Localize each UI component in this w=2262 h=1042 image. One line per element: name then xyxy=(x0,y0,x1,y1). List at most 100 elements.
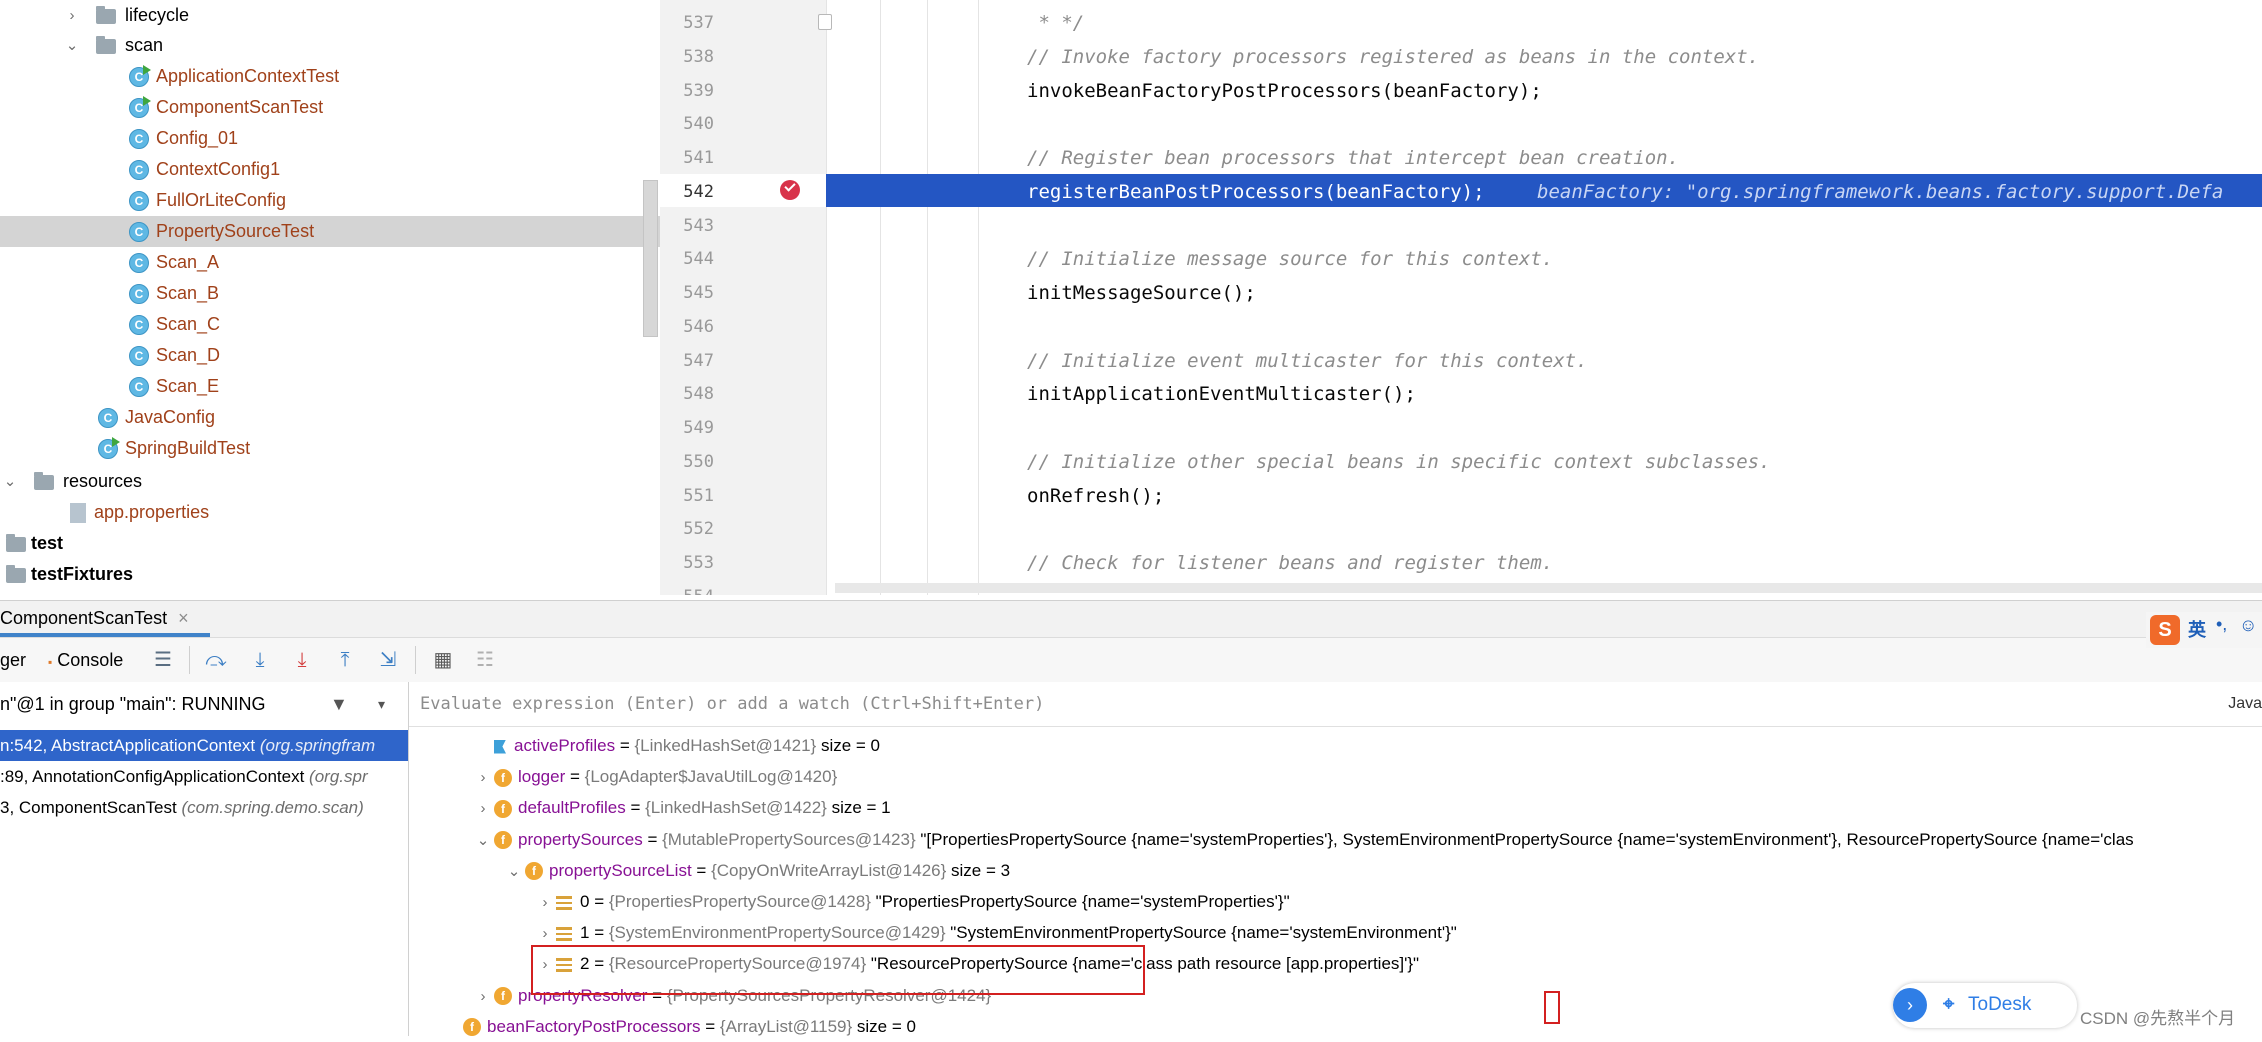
tree-item[interactable]: C Scan_B xyxy=(0,278,660,309)
code-line[interactable]: invokeBeanFactoryPostProcessors(beanFact… xyxy=(1027,75,1542,108)
chevron-down-icon[interactable]: ▾ xyxy=(378,688,385,720)
tree-item[interactable]: C FullOrLiteConfig xyxy=(0,185,660,216)
tree-item[interactable]: ⌄ scan xyxy=(0,30,660,61)
line-number: 538 xyxy=(683,46,714,67)
console-icon: ▪ xyxy=(48,655,53,669)
indent-guide xyxy=(927,0,928,595)
toolbar-divider xyxy=(189,646,190,674)
layout-menu-icon[interactable]: ☰ xyxy=(150,648,176,672)
step-out-icon[interactable]: ⤒ xyxy=(332,648,358,672)
field-icon: f xyxy=(494,831,512,850)
tree-item[interactable]: C ComponentScanTest xyxy=(0,92,660,123)
folder-icon xyxy=(6,534,26,552)
debug-session-tab[interactable]: ComponentScanTest × xyxy=(0,600,210,636)
fold-marker-icon[interactable] xyxy=(818,14,832,30)
tree-item[interactable]: C JavaConfig xyxy=(0,402,660,433)
tree-item-label: ApplicationContextTest xyxy=(156,66,340,86)
tree-item-label: SpringBuildTest xyxy=(125,438,251,458)
editor-horizontal-scrollbar[interactable] xyxy=(835,583,2262,593)
variable-row[interactable]: ⌄ f propertySources = {MutablePropertySour… xyxy=(472,824,2134,855)
code-line[interactable]: onRefresh(); xyxy=(1027,480,1164,513)
code-comment[interactable]: // Initialize other special beans in spe… xyxy=(1027,446,1771,479)
todesk-logo-icon: ⌖ xyxy=(1943,993,1955,1015)
code-line[interactable]: initApplicationEventMulticaster(); xyxy=(1027,378,1416,411)
tree-item[interactable]: C Scan_A xyxy=(0,247,660,278)
tree-item[interactable]: C ApplicationContextTest xyxy=(0,61,660,92)
stack-frame[interactable]: 3, ComponentScanTest (com.spring.demo.sc… xyxy=(0,792,408,823)
code-line[interactable]: registerBeanPostProcessors(beanFactory); xyxy=(1027,176,1485,209)
tree-item[interactable]: C ContextConfig1 xyxy=(0,154,660,185)
flag-icon xyxy=(494,739,506,754)
field-icon: f xyxy=(494,987,512,1006)
chevron-down-icon[interactable]: ⌄ xyxy=(503,856,525,887)
code-comment[interactable]: // Register bean processors that interce… xyxy=(1027,142,1679,175)
code-comment[interactable]: * */ xyxy=(1027,7,1084,40)
chevron-down-icon[interactable]: ⌄ xyxy=(64,30,80,61)
code-line[interactable]: initMessageSource(); xyxy=(1027,277,1256,310)
variable-row[interactable]: › 1 = {SystemEnvironmentPropertySource@14… xyxy=(534,917,1457,948)
folder-icon xyxy=(6,565,26,583)
todesk-expand-icon[interactable]: › xyxy=(1893,988,1927,1022)
tree-item[interactable]: C SpringBuildTest xyxy=(0,433,660,464)
trace-stream-icon[interactable]: ☷ xyxy=(472,648,498,672)
tree-item[interactable]: C Config_01 xyxy=(0,123,660,154)
tree-item[interactable]: C Scan_C xyxy=(0,309,660,340)
chevron-right-icon[interactable]: › xyxy=(472,793,494,824)
variable-row[interactable]: activeProfiles = {LinkedHashSet@1421} si… xyxy=(472,730,880,761)
close-icon[interactable]: × xyxy=(178,608,189,628)
stack-frame[interactable]: :89, AnnotationConfigApplicationContext … xyxy=(0,761,408,792)
tree-item-label: test xyxy=(31,533,64,553)
console-tab[interactable]: ▪ Console xyxy=(48,648,123,674)
tree-scrollbar[interactable] xyxy=(643,180,658,337)
line-number: 544 xyxy=(683,249,714,270)
debugger-tab-label: ger xyxy=(0,650,27,670)
todesk-label: ToDesk xyxy=(1968,994,2032,1015)
chevron-down-icon[interactable]: ⌄ xyxy=(472,825,494,856)
line-number: 553 xyxy=(683,553,714,573)
variable-row[interactable]: › f logger = {LogAdapter$JavaUtilLog@1420} xyxy=(472,761,837,792)
tree-item-label: JavaConfig xyxy=(125,407,216,427)
tree-item[interactable]: C Scan_D xyxy=(0,340,660,371)
code-comment[interactable]: // Initialize message source for this co… xyxy=(1027,243,1553,276)
tree-item[interactable]: C PropertySourceTest xyxy=(0,216,660,247)
tree-item[interactable]: test xyxy=(0,528,660,559)
variable-row[interactable]: f beanFactoryPostProcessors = {ArrayList@… xyxy=(441,1011,916,1042)
tree-item-label: scan xyxy=(125,35,164,55)
line-number: 545 xyxy=(683,283,714,303)
todesk-widget[interactable]: › ⌖ ToDesk xyxy=(1893,983,2077,1028)
thread-selector[interactable]: n"@1 in group "main": RUNNING ▼ ▾ xyxy=(0,688,408,720)
language-selector[interactable]: Java xyxy=(2228,682,2262,726)
variable-row[interactable]: › f defaultProfiles = {LinkedHashSet@1422}… xyxy=(472,792,891,823)
tree-item-label: Scan_A xyxy=(156,252,220,272)
code-comment[interactable]: // Invoke factory processors registered … xyxy=(1027,41,1759,74)
chevron-right-icon[interactable]: › xyxy=(472,981,494,1012)
run-to-cursor-icon[interactable]: ⇲ xyxy=(375,648,401,672)
step-into-icon[interactable]: ⤓ xyxy=(247,648,273,672)
variable-row[interactable]: ⌄ f propertySourceList = {CopyOnWriteArray… xyxy=(503,855,1010,886)
filter-icon[interactable]: ▼ xyxy=(330,688,348,720)
chevron-right-icon[interactable]: › xyxy=(534,887,556,918)
tree-item[interactable]: ⌄ resources xyxy=(0,466,660,497)
tree-item[interactable]: testFixtures xyxy=(0,559,660,590)
tree-item[interactable]: C Scan_E xyxy=(0,371,660,402)
tree-item-label: Scan_C xyxy=(156,314,221,334)
chevron-down-icon[interactable]: ⌄ xyxy=(2,466,18,497)
code-comment[interactable]: // Check for listener beans and register… xyxy=(1027,547,1553,580)
breakpoint-icon[interactable] xyxy=(780,180,800,200)
code-comment[interactable]: // Initialize event multicaster for this… xyxy=(1027,345,1588,378)
stack-frame[interactable]: n:542, AbstractApplicationContext (org.s… xyxy=(0,730,408,761)
class-icon: C xyxy=(129,191,149,211)
evaluate-expression-icon[interactable]: ▦ xyxy=(430,648,456,672)
step-over-icon[interactable]: ⤼ xyxy=(203,648,229,672)
watch-input[interactable]: Evaluate expression (Enter) or add a wat… xyxy=(409,682,2262,727)
equals-sign: = xyxy=(691,860,712,880)
chevron-right-icon[interactable]: › xyxy=(64,0,80,31)
ime-toolbar[interactable]: S 英 •, ☺ xyxy=(2146,612,2262,648)
force-step-into-icon[interactable]: ⤓ xyxy=(289,648,315,672)
class-icon: C xyxy=(129,284,149,304)
tree-item[interactable]: › lifecycle xyxy=(0,0,660,31)
tree-item[interactable]: app.properties xyxy=(0,497,660,528)
chevron-right-icon[interactable]: › xyxy=(472,762,494,793)
variable-row[interactable]: › 0 = {PropertiesPropertySource@1428} "Pr… xyxy=(534,886,1290,917)
debugger-tab[interactable]: ger xyxy=(0,648,26,672)
